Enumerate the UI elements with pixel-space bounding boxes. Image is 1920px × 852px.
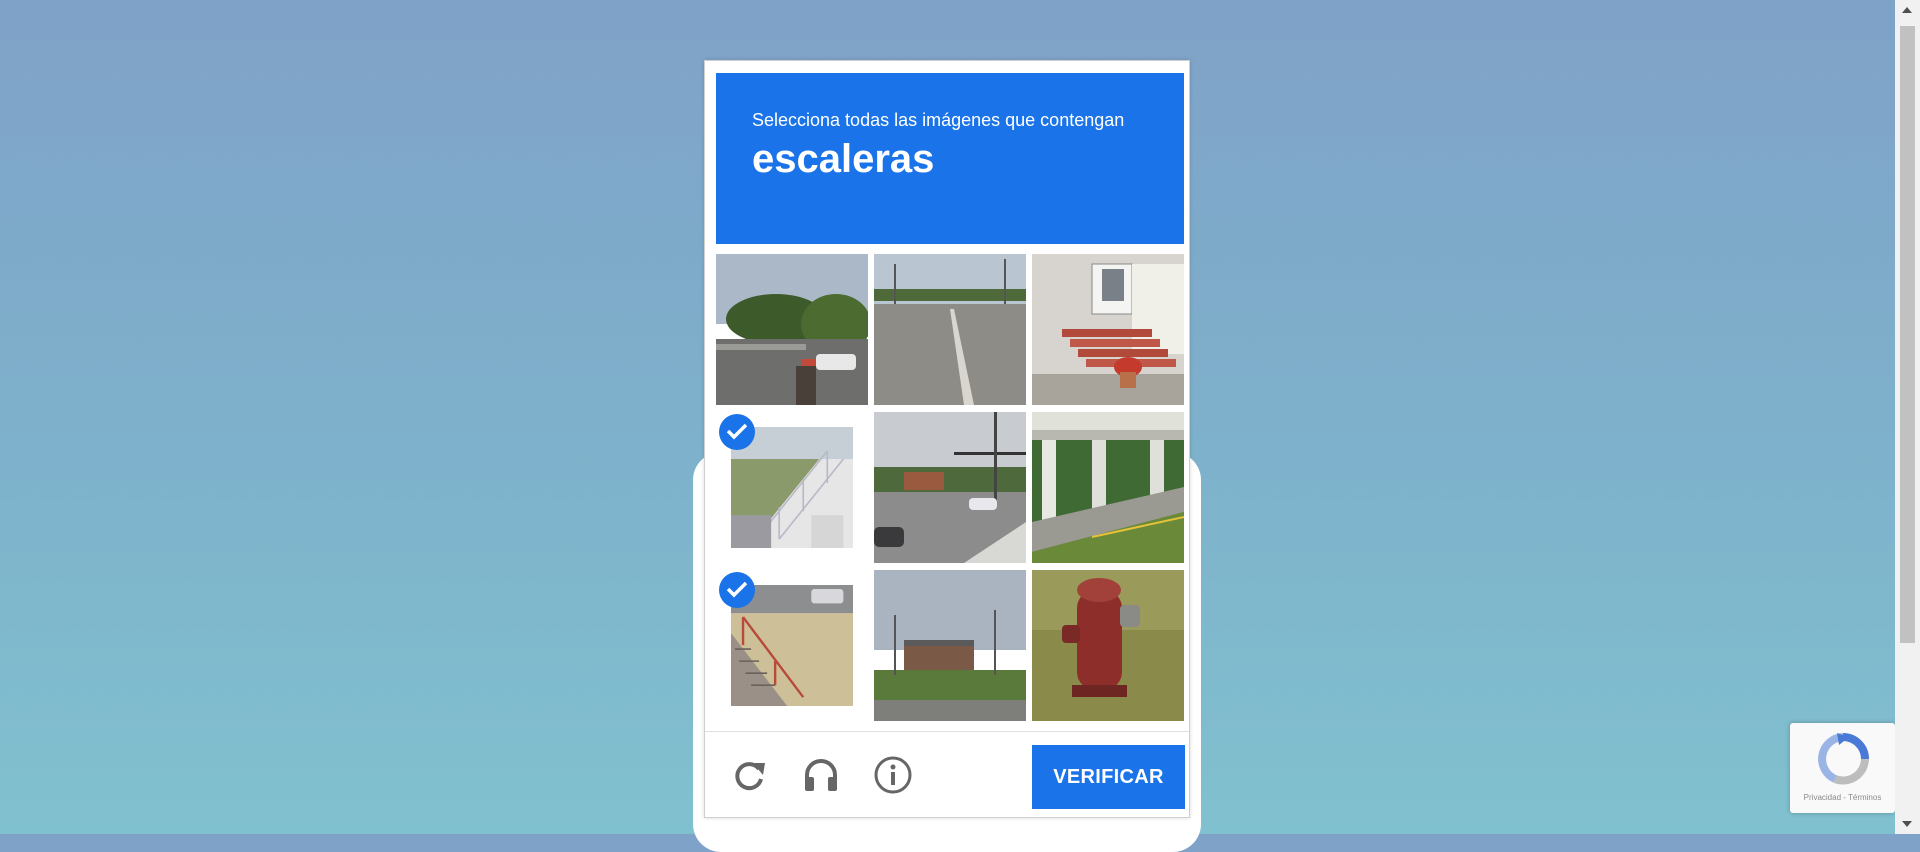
info-icon[interactable] (873, 755, 913, 795)
tile-image (874, 254, 1026, 405)
challenge-target-object: escaleras (752, 137, 935, 181)
challenge-header: Selecciona todas las imágenes que conten… (716, 73, 1184, 244)
tile-image (1032, 412, 1184, 563)
image-tile-3[interactable] (1032, 254, 1184, 405)
scrollbar[interactable] (1895, 0, 1920, 834)
recaptcha-logo-icon (1818, 733, 1869, 785)
scroll-down-arrow-icon[interactable] (1902, 821, 1912, 827)
tile-image (1032, 254, 1184, 405)
scroll-up-arrow-icon[interactable] (1902, 7, 1912, 13)
reload-icon[interactable] (729, 755, 769, 795)
image-tile-6[interactable] (1032, 412, 1184, 563)
tile-image (874, 570, 1026, 721)
footer-divider (705, 731, 1189, 732)
tile-image (1032, 570, 1184, 721)
image-grid (716, 254, 1184, 721)
image-tile-5[interactable] (874, 412, 1026, 563)
tile-image (716, 254, 868, 405)
tile-image (874, 412, 1026, 563)
scrollbar-thumb[interactable] (1900, 26, 1915, 643)
selected-check-icon (719, 572, 755, 608)
image-tile-1[interactable] (716, 254, 868, 405)
image-tile-9[interactable] (1032, 570, 1184, 721)
recaptcha-badge[interactable]: Privacidad - Términos (1790, 723, 1895, 813)
verify-button[interactable]: VERIFICAR (1032, 745, 1185, 809)
image-tile-2[interactable] (874, 254, 1026, 405)
headphones-icon[interactable] (801, 755, 841, 795)
image-tile-4[interactable] (716, 412, 868, 563)
challenge-instruction: Selecciona todas las imágenes que conten… (752, 110, 1125, 130)
image-tile-8[interactable] (874, 570, 1026, 721)
recaptcha-links[interactable]: Privacidad - Términos (1790, 793, 1895, 802)
image-tile-7[interactable] (716, 570, 868, 721)
recaptcha-challenge: Selecciona todas las imágenes que conten… (704, 60, 1190, 818)
selected-check-icon (719, 414, 755, 450)
